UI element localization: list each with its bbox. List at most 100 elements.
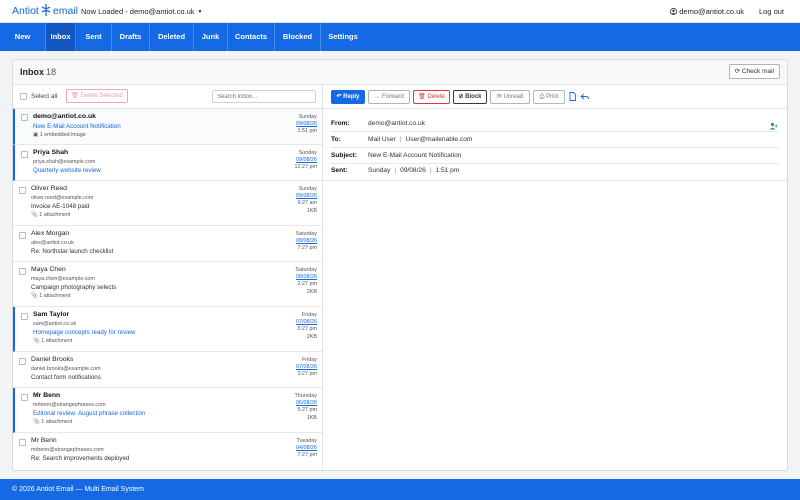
message-extra: 📎 1 attachment (33, 419, 72, 425)
message-row[interactable]: demo@antiot.co.uk New E-Mail Account Not… (13, 109, 322, 145)
message-time: 7:27 pm (297, 245, 317, 251)
message-date[interactable]: 07/08/26 (296, 319, 317, 325)
message-checkbox[interactable] (19, 187, 26, 194)
reader-toolbar: ↶ Reply → Forward 🗑 Delete ⊘ Block ✉ Unr… (323, 85, 787, 109)
message-row[interactable]: Daniel Brooks daniel.brooks@example.com … (13, 352, 322, 388)
message-time: 7:27 pm (297, 452, 317, 458)
delete-button[interactable]: 🗑 Delete (413, 90, 450, 104)
message-size: 1KB (306, 208, 317, 214)
message-sender: Priya Shah (33, 149, 69, 156)
paperclip-icon: 📎 (31, 293, 38, 299)
message-row[interactable]: Sam Taylor sam@antiot.co.uk Homepage con… (13, 307, 322, 352)
footer: © 2026 Antiot Email — Multi Email System (0, 479, 800, 500)
nav-settings[interactable]: Settings (321, 23, 365, 51)
block-user-icon: ⊘ (458, 94, 464, 100)
block-button[interactable]: ⊘ Block (453, 90, 487, 104)
message-row[interactable]: Alex Morgan alex@antiot.co.uk Re: Norths… (13, 226, 322, 262)
nav-sent[interactable]: Sent (76, 23, 112, 51)
message-time: 3:27 pm (297, 371, 317, 377)
message-sender: Sam Taylor (33, 311, 70, 318)
message-checkbox[interactable] (21, 313, 28, 320)
brand-mark-icon (41, 4, 51, 16)
message-sender: Mr Benn (31, 437, 57, 444)
subject-value: New E-Mail Account Notification (368, 152, 462, 159)
refresh-icon: ⟳ (734, 68, 741, 75)
from-value: demo@antiot.co.uk (368, 120, 425, 127)
forward-button[interactable]: → Forward (368, 90, 410, 104)
message-time: 1:51 pm (297, 128, 317, 134)
message-date[interactable]: 06/08/26 (296, 400, 317, 406)
delete-selected-button[interactable]: 🗑 Delete Selected (66, 89, 128, 103)
message-date[interactable]: 04/08/26 (296, 445, 317, 451)
envelope-icon: ✉ (496, 94, 502, 100)
reply-icon: ↶ (336, 94, 342, 100)
message-time: 9:27 am (297, 200, 317, 206)
account-label: Now Loaded - demo@antiot.co.uk (81, 7, 195, 16)
message-row[interactable]: Mr Benn mrbenn@strangephrases.com Re: Se… (13, 433, 322, 469)
message-checkbox[interactable] (21, 114, 28, 121)
message-checkbox[interactable] (21, 151, 28, 158)
message-sender-email: priya.shah@example.com (33, 159, 96, 165)
message-subject: Re: Northstar launch checklist (31, 248, 114, 255)
nav-drafts[interactable]: Drafts (112, 23, 150, 51)
nav-blocked[interactable]: Blocked (275, 23, 321, 51)
top-bar: Antiot email Now Loaded - demo@antiot.co.… (0, 0, 800, 23)
message-checkbox[interactable] (19, 439, 26, 446)
print-label: Print (546, 94, 559, 100)
mark-unread-button[interactable]: ✉ Unread (490, 90, 530, 104)
delete-label: Delete (427, 94, 445, 100)
message-row[interactable]: Oliver Reed oliver.reed@example.com Invo… (13, 181, 322, 226)
print-button[interactable]: ⎙ Print (533, 90, 565, 104)
message-checkbox[interactable] (19, 358, 26, 365)
nav-contacts[interactable]: Contacts (228, 23, 275, 51)
message-date[interactable]: 08/08/26 (296, 238, 317, 244)
message-date[interactable]: 09/08/26 (296, 157, 317, 163)
inbox-header: Inbox 18 ⟳ Check mail (13, 60, 787, 85)
message-sender-email: mrbenn@strangephrases.com (31, 447, 104, 453)
add-contact-icon[interactable] (769, 122, 778, 130)
select-all-checkbox[interactable] (20, 93, 27, 100)
document-icon[interactable] (568, 92, 577, 101)
reply-button[interactable]: ↶ Reply (331, 90, 365, 104)
message-sender-email: maya.chen@example.com (31, 276, 95, 282)
check-mail-button[interactable]: ⟳ Check mail (728, 64, 780, 79)
message-row[interactable]: Mr Benn mrbenn@strangephrases.com Editor… (13, 388, 322, 433)
message-checkbox[interactable] (19, 232, 26, 239)
message-row[interactable]: Maya Chen maya.chen@example.com Campaign… (13, 262, 322, 307)
sent-time: 1:51 pm (435, 167, 460, 174)
message-list-pane: Select all 🗑 Delete Selected demo@antiot… (13, 85, 323, 470)
trash-icon: 🗑 (418, 94, 426, 100)
message-day: Friday (302, 357, 317, 363)
delete-selected-label: Delete Selected (80, 93, 123, 99)
header-divider (331, 131, 779, 132)
search-inbox-input[interactable] (212, 90, 316, 103)
inbox-title: Inbox 18 (20, 67, 56, 77)
message-date[interactable]: 07/08/26 (296, 364, 317, 370)
message-extra: ▣ 1 embedded image (33, 132, 86, 138)
message-date[interactable]: 09/08/26 (296, 193, 317, 199)
nav-junk[interactable]: Junk (194, 23, 228, 51)
message-extra-text: 1 attachment (41, 338, 73, 344)
list-toolbar: Select all 🗑 Delete Selected (13, 85, 323, 109)
message-day: Tuesday (296, 438, 317, 444)
message-checkbox[interactable] (19, 268, 26, 275)
message-sender: Alex Morgan (31, 230, 70, 237)
logout-link[interactable]: Log out (759, 7, 784, 16)
paperclip-icon: 📎 (33, 338, 40, 344)
message-date[interactable]: 09/08/26 (296, 121, 317, 127)
nav-deleted[interactable]: Deleted (150, 23, 194, 51)
account-selector[interactable]: Now Loaded - demo@antiot.co.uk ▼ (81, 7, 202, 16)
message-row[interactable]: Priya Shah priya.shah@example.com Quarte… (13, 145, 322, 181)
message-date[interactable]: 08/08/26 (296, 274, 317, 280)
message-checkbox[interactable] (21, 394, 28, 401)
nav-inbox[interactable]: Inbox (46, 23, 76, 51)
nav-new[interactable]: New (0, 23, 46, 51)
message-subject: Campaign photography selects (31, 284, 117, 291)
reply-label: Reply (343, 94, 360, 100)
reply-all-icon[interactable] (580, 92, 589, 101)
brand-logo[interactable]: Antiot email (12, 4, 78, 17)
from-label: From: (331, 120, 350, 127)
message-extra: 📎 1 attachment (31, 293, 70, 299)
chevron-down-icon: ▼ (197, 9, 203, 15)
user-account-link[interactable]: demo@antiot.co.uk (670, 7, 744, 16)
